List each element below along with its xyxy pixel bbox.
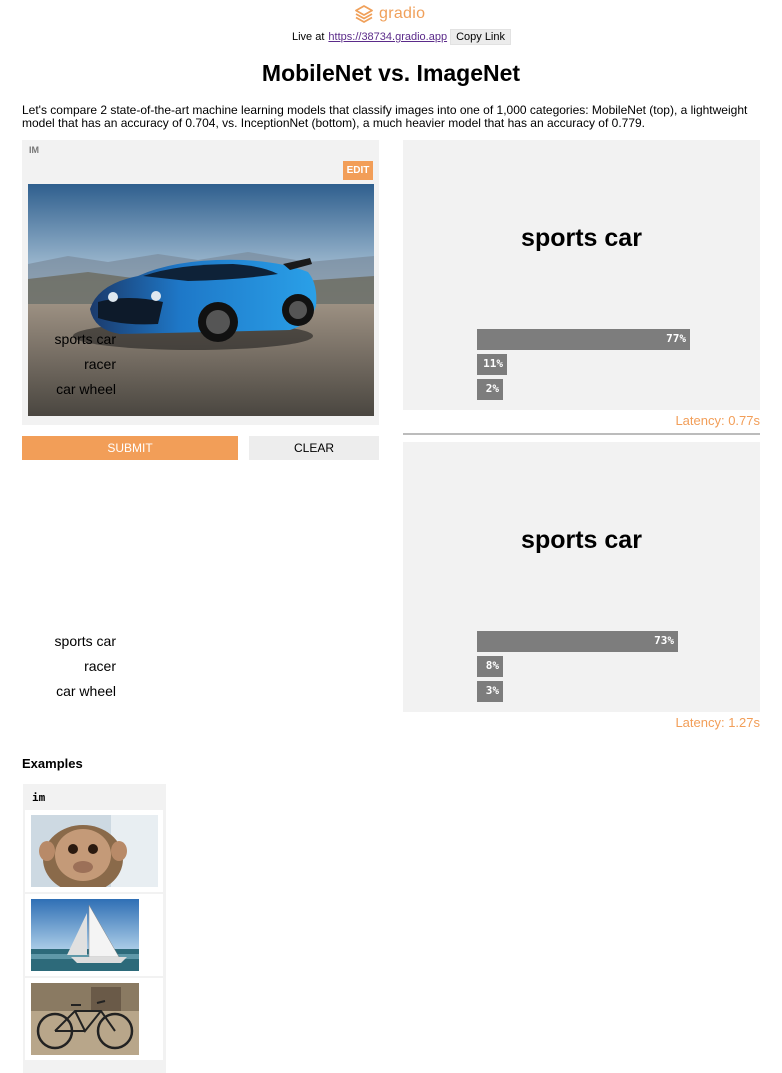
confidence-bar: 8%: [477, 656, 503, 677]
confidence-label: racer: [84, 658, 116, 674]
latency-text: Latency: 0.77s: [675, 413, 760, 428]
confidence-bar: 11%: [477, 354, 507, 375]
submit-button[interactable]: SUBMIT: [22, 436, 238, 460]
copy-link-button[interactable]: Copy Link: [450, 29, 511, 45]
output-divider: [403, 433, 760, 435]
live-share-bar: Live at https://38734.gradio.app Copy Li…: [292, 29, 511, 45]
example-image-bicycle: [31, 983, 139, 1055]
confidence-value: 8%: [485, 659, 499, 672]
logo-text: gradio: [379, 5, 426, 22]
confidence-value: 73%: [654, 634, 674, 647]
page-description: Let's compare 2 state-of-the-art machine…: [22, 103, 748, 130]
input-label: IM: [29, 145, 39, 155]
clear-button[interactable]: CLEAR: [249, 436, 379, 460]
top-prediction: sports car: [521, 526, 642, 554]
confidence-bar: 2%: [477, 379, 503, 400]
confidence-value: 11%: [483, 357, 503, 370]
examples-column-header: im: [32, 791, 46, 804]
confidence-bar: 73%: [477, 631, 678, 652]
examples-table: im: [23, 784, 166, 1073]
confidence-label: car wheel: [56, 683, 116, 699]
confidence-label: sports car: [54, 331, 116, 347]
examples-title: Examples: [22, 756, 83, 771]
example-image-monkey: [31, 815, 158, 887]
example-row-sailboat[interactable]: [25, 894, 163, 976]
top-prediction: sports car: [521, 224, 642, 252]
label-output-mobilenet: sports car sports car 77% racer 11% car …: [55, 140, 760, 410]
gradio-logo: gradio: [354, 4, 425, 24]
confidence-label: car wheel: [56, 381, 116, 397]
confidence-bar: 77%: [477, 329, 690, 350]
example-row-bicycle[interactable]: [25, 978, 163, 1060]
confidence-value: 3%: [485, 684, 499, 697]
page-title: MobileNet vs. ImageNet: [261, 60, 521, 86]
example-image-sailboat: [31, 899, 139, 971]
confidence-label: racer: [84, 356, 116, 372]
confidence-bar: 3%: [477, 681, 503, 702]
latency-text: Latency: 1.27s: [675, 715, 760, 730]
live-url-link[interactable]: https://38734.gradio.app: [328, 31, 447, 43]
confidence-label: sports car: [54, 633, 116, 649]
confidence-value: 77%: [666, 332, 686, 345]
example-row-monkey[interactable]: [25, 810, 163, 892]
confidence-value: 2%: [485, 382, 499, 395]
edit-button[interactable]: EDIT: [343, 161, 373, 180]
gradio-logo-icon: [355, 5, 373, 23]
label-output-inceptionnet: sports car sports car 73% racer 8% car w…: [55, 442, 760, 712]
live-prefix: Live at: [292, 31, 325, 43]
